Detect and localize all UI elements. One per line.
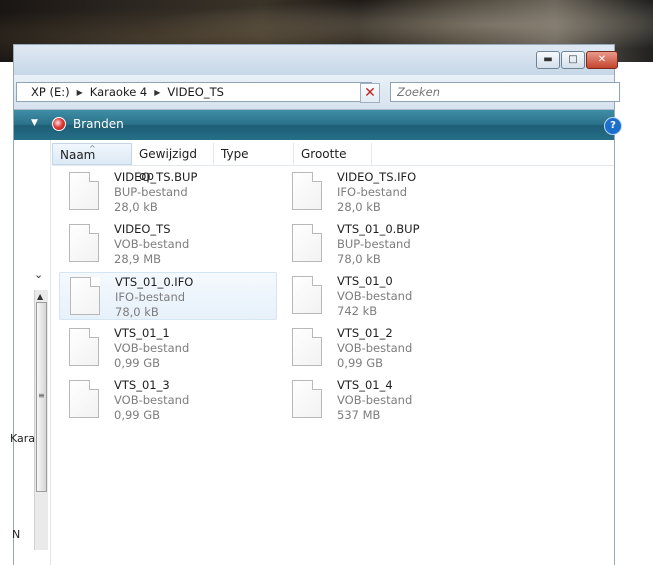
file-size: 0,99 GB [337, 356, 384, 370]
file-size: 0,99 GB [114, 408, 161, 422]
breadcrumb[interactable]: XP (E:) ▶ Karaoke 4 ▶ VIDEO_TS ▼ [16, 82, 372, 102]
document-icon [292, 224, 322, 262]
chevron-down-icon[interactable]: ⌄ [34, 268, 43, 281]
file-item[interactable]: VIDEO_TS.BUP BUP-bestand 28,0 kB [59, 168, 277, 216]
breadcrumb-item-video-ts[interactable]: VIDEO_TS [167, 85, 224, 99]
file-size: 0,99 GB [114, 356, 161, 370]
column-header-label: Grootte [301, 147, 347, 161]
document-icon [292, 380, 322, 418]
scrollbar-thumb[interactable]: ≡ [36, 302, 47, 492]
file-name: VTS_01_0.IFO [115, 275, 194, 289]
file-size: 28,0 kB [114, 200, 158, 214]
document-icon [70, 277, 100, 315]
file-type: IFO-bestand [115, 290, 186, 304]
chevron-right-icon[interactable]: ▶ [77, 88, 83, 97]
file-item[interactable]: VIDEO_TS.IFO IFO-bestand 28,0 kB [282, 168, 500, 216]
column-header-row: ^ Naam Gewijzigd op Type Grootte [52, 143, 614, 183]
close-icon: ✕ [597, 54, 607, 65]
file-type: VOB-bestand [337, 341, 413, 355]
file-size: 78,0 kB [337, 252, 381, 266]
document-icon [69, 224, 99, 262]
file-item[interactable]: VTS_01_1 VOB-bestand 0,99 GB [59, 324, 277, 372]
file-type: VOB-bestand [114, 341, 190, 355]
document-icon [292, 276, 322, 314]
chevron-right-icon[interactable]: ▶ [154, 88, 160, 97]
file-type: VOB-bestand [337, 393, 413, 407]
document-icon [69, 380, 99, 418]
file-name: VIDEO_TS.BUP [114, 170, 198, 184]
explorer-window: ▬ □ ✕ XP (E:) ▶ Karaoke 4 ▶ VIDEO_TS ▼ ✕… [10, 45, 622, 565]
address-clear-button[interactable]: ✕ [360, 83, 380, 103]
file-item[interactable]: VTS_01_0 VOB-bestand 742 kB [282, 272, 500, 320]
document-icon [292, 328, 322, 366]
title-bar: ▬ □ ✕ [14, 45, 618, 75]
file-item[interactable]: VTS_01_2 VOB-bestand 0,99 GB [282, 324, 500, 372]
file-size: 537 MB [337, 408, 381, 422]
breadcrumb-item-drive[interactable]: XP (E:) [31, 85, 70, 99]
navigation-scrollbar[interactable]: ▲ ≡ [34, 290, 48, 550]
column-header-modified[interactable]: Gewijzigd op [132, 143, 214, 183]
file-name: VTS_01_3 [114, 378, 170, 392]
command-bar: ▼ Branden ? [14, 110, 622, 140]
file-name: VTS_01_2 [337, 326, 393, 340]
grip-icon: ≡ [38, 391, 45, 400]
sort-ascending-icon: ^ [89, 144, 96, 153]
column-header-name[interactable]: ^ Naam [52, 143, 132, 165]
file-type: BUP-bestand [337, 237, 411, 251]
file-name: VIDEO_TS.IFO [337, 170, 417, 184]
file-item[interactable]: VIDEO_TS VOB-bestand 28,9 MB [59, 220, 277, 268]
document-icon [69, 172, 99, 210]
search-input[interactable] [390, 82, 620, 102]
close-window-button[interactable]: ✕ [586, 51, 618, 69]
file-name: VTS_01_0.BUP [337, 222, 420, 236]
scroll-up-icon[interactable]: ▲ [37, 292, 43, 301]
file-name: VTS_01_0 [337, 274, 393, 288]
breadcrumb-item-karaoke[interactable]: Karaoke 4 [90, 85, 148, 99]
file-type: VOB-bestand [337, 289, 413, 303]
file-name: VIDEO_TS [114, 222, 171, 236]
nav-item-karaoke[interactable]: Kara [10, 432, 35, 445]
file-type: VOB-bestand [114, 393, 190, 407]
file-type: VOB-bestand [114, 237, 190, 251]
document-icon [69, 328, 99, 366]
maximize-button[interactable]: □ [561, 51, 585, 69]
navigation-pane: ⌄ ▲ ≡ Kara N [10, 140, 51, 565]
document-icon [292, 172, 322, 210]
maximize-icon: □ [568, 54, 578, 65]
file-size: 742 kB [337, 304, 378, 318]
burn-button[interactable]: Branden [73, 117, 124, 131]
file-type: BUP-bestand [114, 185, 188, 199]
burn-disc-icon[interactable] [52, 117, 66, 131]
column-header-label: Type [221, 147, 249, 161]
file-name: VTS_01_4 [337, 378, 393, 392]
file-type: IFO-bestand [337, 185, 408, 199]
file-size: 28,9 MB [114, 252, 162, 266]
help-icon[interactable]: ? [604, 117, 622, 135]
minimize-button[interactable]: ▬ [536, 51, 560, 69]
chevron-down-icon[interactable]: ▼ [31, 118, 38, 128]
nav-item-partial[interactable]: N [12, 528, 20, 541]
file-item-selected[interactable]: VTS_01_0.IFO IFO-bestand 78,0 kB [59, 272, 277, 320]
column-header-type[interactable]: Type [214, 143, 294, 165]
column-header-size[interactable]: Grootte [294, 143, 372, 165]
file-size: 78,0 kB [115, 305, 159, 319]
minimize-icon: ▬ [543, 54, 553, 65]
close-icon: ✕ [364, 85, 376, 101]
file-size: 28,0 kB [337, 200, 381, 214]
file-item[interactable]: VTS_01_3 VOB-bestand 0,99 GB [59, 376, 277, 424]
file-item[interactable]: VTS_01_0.BUP BUP-bestand 78,0 kB [282, 220, 500, 268]
file-name: VTS_01_1 [114, 326, 170, 340]
address-bar: XP (E:) ▶ Karaoke 4 ▶ VIDEO_TS ▼ ✕ [14, 75, 620, 110]
file-item[interactable]: VTS_01_4 VOB-bestand 537 MB [282, 376, 500, 424]
